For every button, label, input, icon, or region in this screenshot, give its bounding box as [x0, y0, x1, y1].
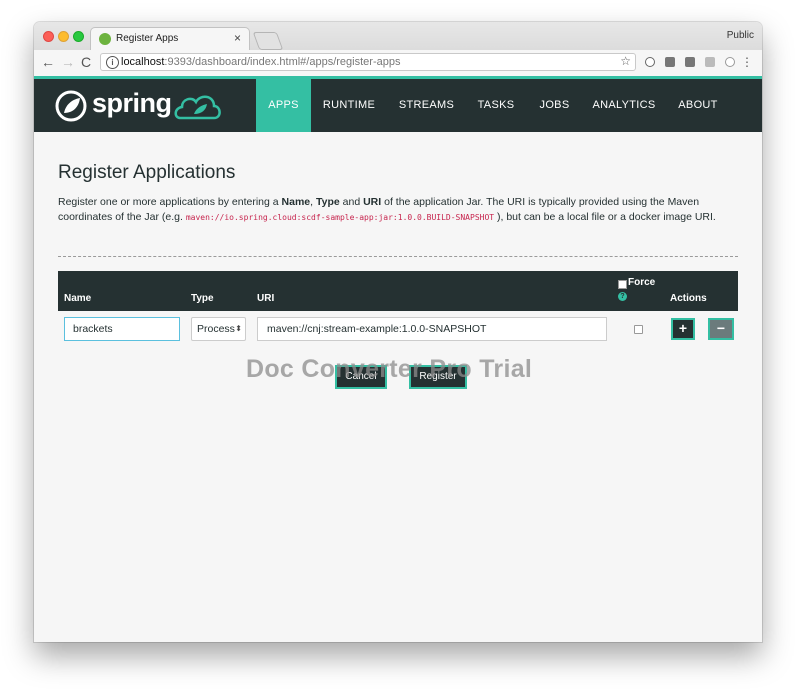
table-row: brackets Process ⬍ maven://cnj:stream-ex…	[58, 311, 738, 351]
logo-text: spring	[92, 88, 172, 118]
desc-name-bold: Name	[281, 196, 311, 208]
info-extension-icon[interactable]	[645, 57, 655, 67]
desc-text: Register one or more applications by ent…	[58, 196, 282, 208]
extension-icon[interactable]	[665, 57, 675, 67]
nav-streams[interactable]: STREAMS	[395, 79, 458, 132]
cloud-logo-icon	[174, 95, 221, 120]
desc-type-bold: Type	[316, 196, 340, 208]
desc-maven-example: maven://io.spring.cloud:scdf-sample-app:…	[185, 213, 495, 222]
col-force-header: Force	[628, 277, 656, 288]
tab-bar: Register Apps × Public	[34, 22, 762, 50]
bookmark-star-icon[interactable]: ☆	[620, 54, 631, 68]
watermark: Doc Converter Pro Trial	[246, 355, 533, 383]
profile-label[interactable]: Public	[727, 30, 754, 41]
spring-favicon-icon	[99, 33, 111, 45]
nav-apps[interactable]: APPS	[256, 79, 311, 132]
nav-about[interactable]: ABOUT	[671, 79, 725, 132]
nav-jobs[interactable]: JOBS	[532, 79, 577, 132]
nav-runtime[interactable]: RUNTIME	[317, 79, 381, 132]
tab-close-icon[interactable]: ×	[234, 31, 241, 45]
col-uri-header: URI	[257, 293, 275, 304]
cloud-extension-icon[interactable]	[705, 57, 715, 67]
page-description: Register one or more applications by ent…	[58, 195, 748, 225]
info-icon[interactable]: i	[106, 56, 119, 69]
close-window-button[interactable]	[43, 31, 54, 42]
account-icon[interactable]	[725, 57, 735, 67]
main-content: Register Applications Register one or mo…	[34, 132, 762, 642]
help-icon[interactable]: ?	[618, 292, 627, 301]
tab-title: Register Apps	[116, 33, 179, 44]
col-name-header: Name	[64, 293, 92, 304]
url-text: localhost:9393/dashboard/index.html#/app…	[121, 56, 400, 68]
address-bar: ← → C i localhost:9393/dashboard/index.h…	[34, 50, 762, 77]
back-button[interactable]: ←	[41, 54, 55, 70]
app-type-select[interactable]: Process ⬍	[191, 317, 246, 341]
mail-extension-icon[interactable]	[685, 57, 695, 67]
desc-uri-bold: URI	[363, 196, 382, 208]
nav-tasks[interactable]: TASKS	[472, 79, 520, 132]
browser-window: Register Apps × Public ← → C i localhost…	[34, 22, 762, 642]
spring-logo[interactable]: spring	[54, 86, 224, 126]
minimize-window-button[interactable]	[58, 31, 69, 42]
nav-analytics[interactable]: ANALYTICS	[590, 79, 658, 132]
col-type-header: Type	[191, 293, 214, 304]
force-checkbox[interactable]	[634, 325, 643, 334]
register-button[interactable]: Register	[409, 365, 467, 389]
spring-leaf-icon	[55, 90, 87, 122]
url-field[interactable]: i localhost:9393/dashboard/index.html#/a…	[100, 53, 636, 71]
app-uri-input[interactable]: maven://cnj:stream-example:1.0.0-SNAPSHO…	[257, 317, 607, 341]
force-all-checkbox[interactable]	[618, 280, 627, 289]
zoom-window-button[interactable]	[73, 31, 84, 42]
desc-text: and	[339, 196, 364, 208]
app-name-input[interactable]: brackets	[64, 317, 180, 341]
table-header: Name Type URI Force ? Actions	[58, 271, 738, 311]
add-row-button[interactable]: +	[671, 318, 695, 340]
new-tab-button[interactable]	[252, 32, 284, 50]
app-type-value: Process	[197, 323, 235, 335]
reload-button[interactable]: C	[81, 54, 91, 70]
page-title: Register Applications	[58, 162, 236, 183]
cancel-button[interactable]: Cancel	[335, 365, 387, 389]
desc-text: ), but can be a local file or a docker i…	[494, 211, 716, 223]
col-actions-header: Actions	[670, 293, 707, 304]
url-path: :9393/dashboard/index.html#/apps/registe…	[164, 56, 401, 68]
divider	[58, 256, 738, 257]
url-host: localhost	[121, 56, 165, 68]
browser-menu-icon[interactable]: ⋮	[741, 55, 753, 69]
forward-button[interactable]: →	[61, 54, 75, 70]
select-arrows-icon: ⬍	[235, 324, 242, 333]
app-header: spring APPS RUNTIME STREAMS TASKS JOBS A…	[34, 76, 762, 132]
browser-tab[interactable]: Register Apps ×	[90, 27, 250, 50]
remove-row-button[interactable]: −	[708, 318, 734, 340]
